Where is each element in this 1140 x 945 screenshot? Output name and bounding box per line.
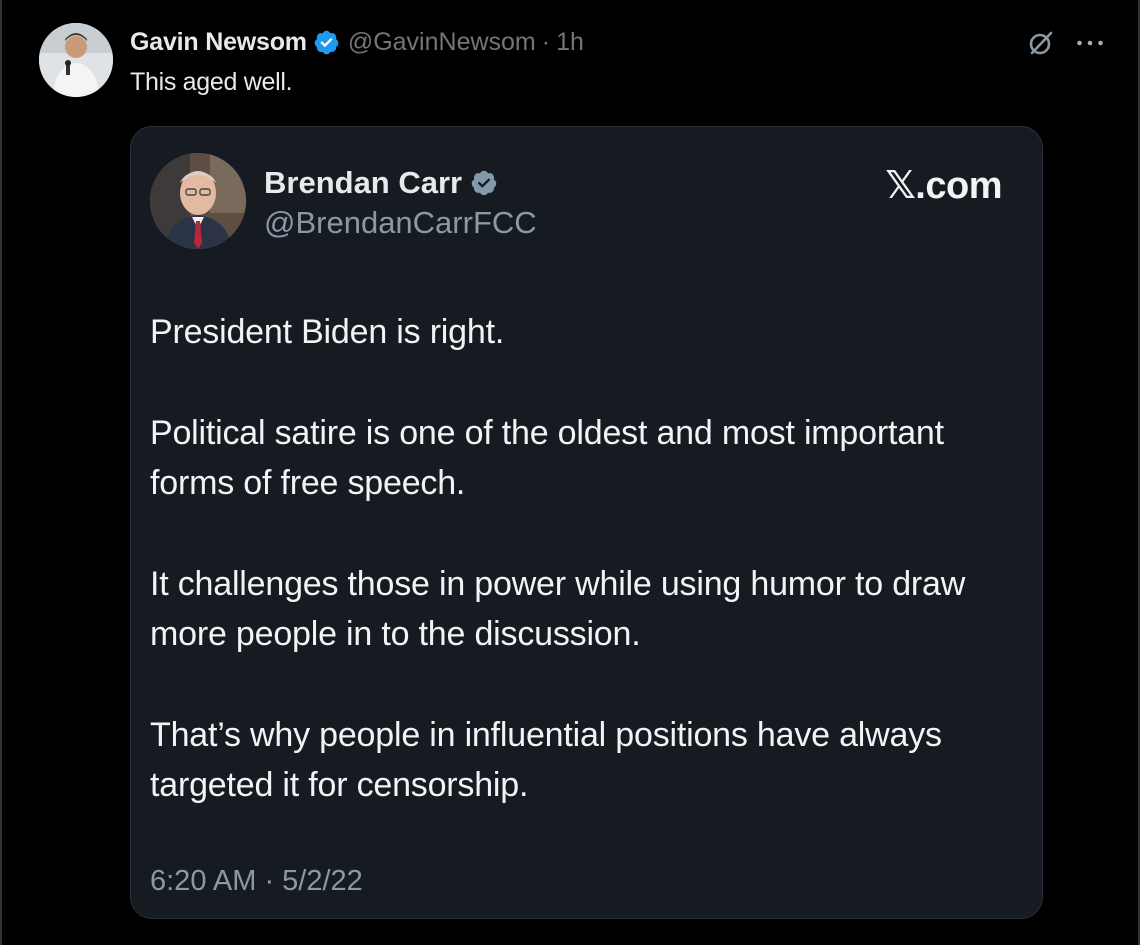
x-logo-brand: 𝕏.com — [885, 165, 1002, 207]
quoted-author-row: Brendan Carr — [264, 165, 498, 201]
quoted-paragraph: President Biden is right. — [150, 313, 505, 351]
author-avatar[interactable] — [39, 23, 113, 97]
quoted-author-name[interactable]: Brendan Carr — [264, 165, 462, 201]
quoted-paragraph: That’s why people in influential positio… — [150, 716, 942, 804]
quoted-verified-badge-icon — [471, 170, 497, 196]
quoted-paragraph: It challenges those in power while using… — [150, 565, 966, 653]
tweet-time[interactable]: 1h — [556, 28, 584, 57]
quoted-avatar-photo — [150, 153, 246, 249]
avatar-photo — [39, 23, 113, 97]
quoted-author-handle[interactable]: @BrendanCarrFCC — [264, 205, 537, 241]
tweet-actions — [1026, 28, 1106, 58]
separator-dot: · — [541, 27, 551, 56]
quoted-tweet-body: President Biden is right. Political sati… — [150, 307, 1010, 810]
grok-icon[interactable] — [1026, 28, 1056, 58]
tweet-header: Gavin Newsom @GavinNewsom · 1h — [130, 26, 584, 58]
verified-badge-icon — [314, 30, 339, 54]
quoted-timestamp: 6:20 AM · 5/2/22 — [150, 865, 363, 897]
tweet-text: This aged well. — [130, 68, 293, 96]
author-name[interactable]: Gavin Newsom — [130, 28, 307, 57]
more-options-icon[interactable] — [1074, 28, 1106, 58]
quoted-tweet-card[interactable]: Brendan Carr @BrendanCarrFCC 𝕏.com Presi… — [130, 126, 1043, 919]
quoted-paragraph: Political satire is one of the oldest an… — [150, 414, 944, 502]
tweet-frame: Gavin Newsom @GavinNewsom · 1h This aged… — [0, 0, 1140, 945]
author-handle[interactable]: @GavinNewsom — [348, 28, 536, 57]
quoted-author-avatar[interactable] — [150, 153, 246, 249]
